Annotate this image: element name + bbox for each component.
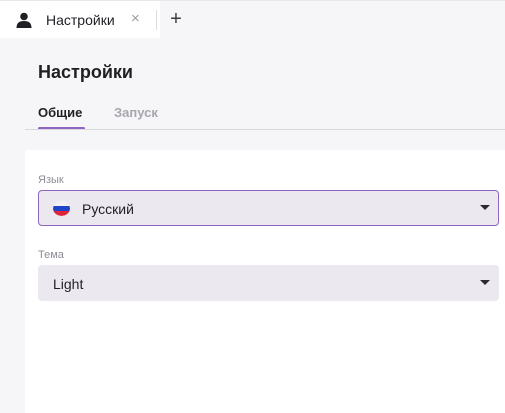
language-value: Русский: [82, 201, 134, 217]
settings-subtabs: Общие Запуск: [25, 102, 505, 130]
theme-value: Light: [53, 276, 84, 292]
subtab-general[interactable]: Общие: [38, 105, 82, 120]
theme-select[interactable]: Light: [38, 265, 499, 301]
subtab-launch[interactable]: Запуск: [114, 105, 158, 120]
tab-settings[interactable]: Настройки ×: [0, 1, 160, 39]
general-settings-card: Язык Русский Тема Light: [25, 150, 505, 413]
chevron-down-icon: [480, 205, 490, 210]
language-select[interactable]: Русский: [38, 190, 499, 226]
subtabs-divider: [25, 129, 505, 130]
page-title: Настройки: [38, 62, 133, 82]
settings-panel: Настройки Общие Запуск Язык Русский Тема: [0, 38, 505, 413]
close-tab-icon[interactable]: ×: [131, 11, 140, 27]
theme-label: Тема: [38, 249, 64, 261]
chevron-down-icon: [480, 280, 490, 285]
user-icon: [16, 12, 32, 28]
russia-flag-icon: [53, 201, 70, 216]
language-label: Язык: [38, 174, 64, 186]
tab-divider: [156, 10, 157, 30]
tab-label: Настройки: [46, 12, 115, 28]
tab-bar: Настройки × +: [0, 0, 505, 39]
add-tab-button[interactable]: +: [164, 6, 188, 32]
